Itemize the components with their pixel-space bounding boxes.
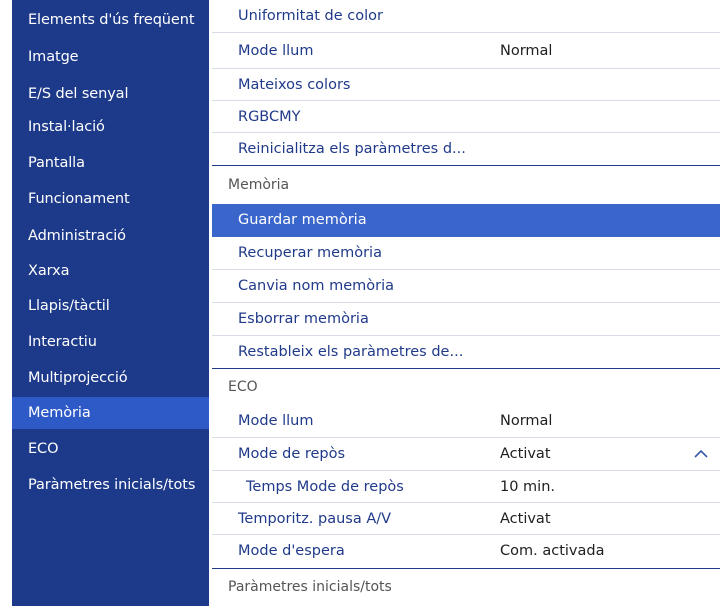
section-title: ECO [228, 379, 258, 395]
list-item[interactable]: Mode llum Normal [212, 33, 720, 69]
list-item[interactable]: Restableix els paràmetres de... [212, 336, 720, 368]
list-item[interactable]: Mode de repòs Activat [212, 438, 720, 471]
row-value: Normal [500, 43, 553, 59]
sidebar-menu: Elements d'ús freqüent Imatge E/S del se… [12, 0, 209, 606]
sidebar-item-interactive[interactable]: Interactiu [28, 334, 97, 350]
row-value: Com. activada [500, 543, 605, 559]
list-item[interactable]: Mode llum Normal [212, 405, 720, 438]
sidebar-item-signal-io[interactable]: E/S del senyal [28, 86, 128, 102]
section-header-eco: ECO [212, 368, 720, 405]
sidebar-item-network[interactable]: Xarxa [28, 263, 69, 279]
row-label: Mode de repòs [238, 446, 346, 462]
row-label: Restableix els paràmetres de... [238, 344, 464, 360]
row-label: Recuperar memòria [238, 245, 382, 261]
row-label: Uniformitat de color [238, 8, 383, 24]
section-title: Paràmetres inicials/tots [228, 579, 392, 595]
section-header-reset: Paràmetres inicials/tots [212, 568, 720, 606]
section-title: Memòria [228, 177, 290, 193]
row-value: Activat [500, 511, 551, 527]
list-item[interactable]: Temporitz. pausa A/V Activat [212, 503, 720, 535]
sidebar-item-operation[interactable]: Funcionament [28, 191, 130, 207]
list-item[interactable]: Temps Mode de repòs 10 min. [212, 471, 720, 503]
sidebar-item-memory[interactable]: Memòria [12, 397, 209, 429]
row-label: Mateixos colors [238, 77, 351, 93]
row-label: Temps Mode de repòs [246, 479, 404, 495]
row-label: Mode d'espera [238, 543, 345, 559]
list-item-selected[interactable]: Guardar memòria [212, 204, 720, 237]
sidebar-item-frequent[interactable]: Elements d'ús freqüent [28, 12, 195, 28]
list-item[interactable]: Uniformitat de color [212, 0, 720, 33]
sidebar-item-installation[interactable]: Instal·lació [28, 119, 105, 135]
chevron-up-icon[interactable] [694, 450, 708, 458]
sidebar-item-reset-all[interactable]: Paràmetres inicials/tots [28, 477, 195, 493]
list-item[interactable]: Recuperar memòria [212, 237, 720, 270]
sidebar-item-eco[interactable]: ECO [28, 441, 59, 457]
sidebar-item-management[interactable]: Administració [28, 228, 126, 244]
list-item[interactable]: Esborrar memòria [212, 303, 720, 336]
row-label: Esborrar memòria [238, 311, 369, 327]
row-value: 10 min. [500, 479, 556, 495]
sidebar-item-multiprojection[interactable]: Multiprojecció [28, 370, 128, 386]
list-item[interactable]: Reinicialitza els paràmetres d... [212, 133, 720, 165]
row-label: Reinicialitza els paràmetres d... [238, 141, 466, 157]
row-label: Temporitz. pausa A/V [238, 511, 392, 527]
row-label: Mode llum [238, 413, 314, 429]
row-label: Canvia nom memòria [238, 278, 395, 294]
sidebar-item-pen-touch[interactable]: Llapis/tàctil [28, 298, 110, 314]
row-label: RGBCMY [238, 109, 301, 125]
row-label: Mode llum [238, 43, 314, 59]
list-item[interactable]: Mode d'espera Com. activada [212, 535, 720, 568]
row-label: Guardar memòria [238, 212, 367, 228]
row-value: Activat [500, 446, 551, 462]
section-header-memory: Memòria [212, 165, 720, 203]
list-item[interactable]: RGBCMY [212, 101, 720, 133]
list-item[interactable]: Canvia nom memòria [212, 270, 720, 303]
row-value: Normal [500, 413, 553, 429]
list-item[interactable]: Mateixos colors [212, 69, 720, 101]
settings-panel: Uniformitat de color Mode llum Normal Ma… [212, 0, 720, 606]
sidebar-item-display[interactable]: Pantalla [28, 155, 85, 171]
sidebar-item-image[interactable]: Imatge [28, 49, 79, 65]
